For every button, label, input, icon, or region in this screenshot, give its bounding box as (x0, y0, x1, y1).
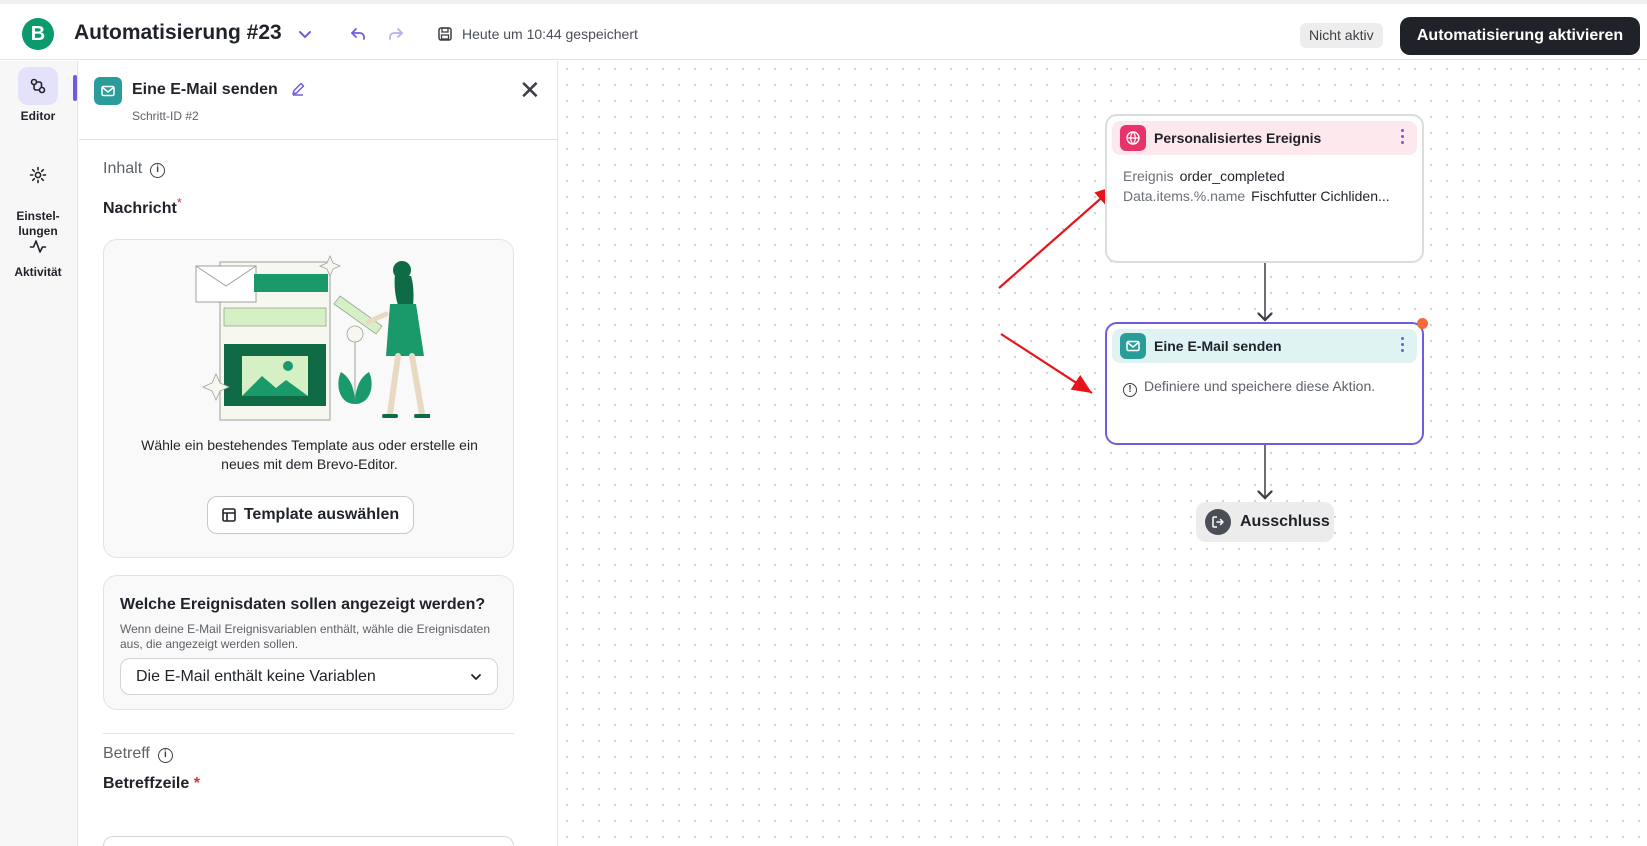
exit-icon (1205, 509, 1231, 535)
trigger-event-key: Ereignis (1123, 168, 1174, 184)
send-email-node[interactable]: Eine E-Mail senden ! Definiere und speich… (1105, 318, 1428, 445)
alert-dot (1417, 318, 1428, 329)
exit-node[interactable]: Ausschluss (1196, 502, 1334, 542)
mail-icon (1120, 333, 1146, 359)
trigger-node-header: Personalisiertes Ereignis (1112, 121, 1417, 155)
send-email-node-header: Eine E-Mail senden (1112, 329, 1417, 363)
send-email-warning: ! Definiere und speichere diese Aktion. (1123, 378, 1375, 397)
trigger-event-value: order_completed (1179, 168, 1285, 184)
trigger-data-row: Data.items.%.name Fischfutter Cichliden..… (1123, 188, 1390, 204)
more-vertical-icon[interactable] (1401, 337, 1405, 355)
send-email-node-title: Eine E-Mail senden (1154, 338, 1282, 354)
annotation-arrow-trigger (998, 185, 1116, 289)
trigger-event-row: Ereignis order_completed (1123, 168, 1285, 184)
warning-icon: ! (1123, 383, 1137, 397)
globe-icon (1120, 125, 1146, 151)
trigger-data-value: Fischfutter Cichliden... (1251, 188, 1390, 204)
trigger-node[interactable]: Personalisiertes Ereignis Ereignis order_… (1105, 114, 1424, 263)
exit-node-label: Ausschluss (1240, 513, 1330, 530)
trigger-node-title: Personalisiertes Ereignis (1154, 130, 1322, 146)
more-vertical-icon[interactable] (1401, 129, 1405, 147)
annotation-arrow-action (1000, 333, 1093, 394)
trigger-data-key: Data.items.%.name (1123, 188, 1246, 204)
send-email-warning-text: Definiere und speichere diese Aktion. (1144, 378, 1376, 394)
